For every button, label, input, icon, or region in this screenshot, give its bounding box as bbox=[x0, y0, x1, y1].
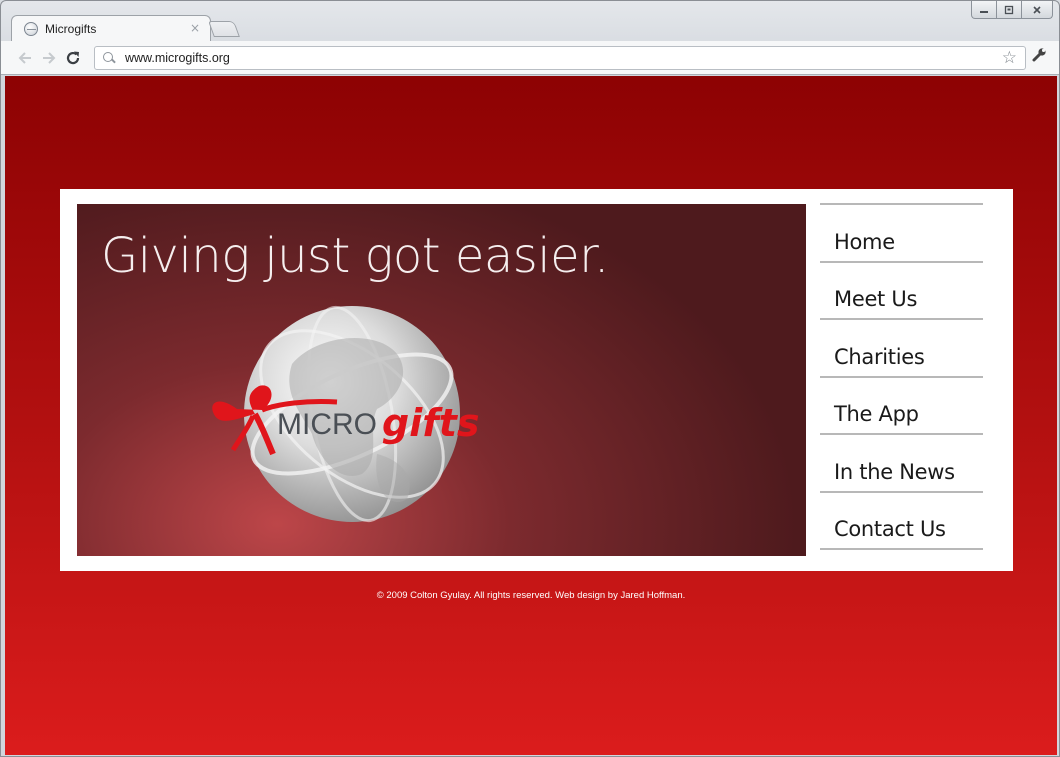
main-nav: Home Meet Us Charities The App In the Ne… bbox=[820, 203, 983, 550]
microgifts-logo: MICRO gifts bbox=[212, 305, 480, 523]
address-bar[interactable]: www.microgifts.org ☆ bbox=[94, 46, 1026, 70]
reload-icon[interactable] bbox=[61, 46, 85, 70]
new-tab-button[interactable] bbox=[208, 21, 240, 37]
nav-item-the-app[interactable]: The App bbox=[820, 378, 983, 435]
page-viewport: Giving just got easier. MICRO gifts Home… bbox=[5, 76, 1057, 755]
maximize-icon[interactable] bbox=[996, 1, 1022, 19]
hero-banner: Giving just got easier. MICRO gifts bbox=[77, 204, 806, 556]
footer-copyright: © 2009 Colton Gyulay. All rights reserve… bbox=[376, 590, 686, 601]
window-controls bbox=[971, 1, 1053, 19]
forward-arrow-icon[interactable] bbox=[37, 46, 61, 70]
search-icon bbox=[95, 47, 119, 69]
browser-tab[interactable]: Microgifts × bbox=[11, 15, 211, 42]
nav-item-contact-us[interactable]: Contact Us bbox=[820, 493, 983, 550]
tab-strip: Microgifts × bbox=[1, 1, 1059, 42]
nav-item-charities[interactable]: Charities bbox=[820, 320, 983, 378]
content-frame: Giving just got easier. MICRO gifts Home… bbox=[60, 189, 1013, 571]
browser-toolbar: www.microgifts.org ☆ bbox=[1, 41, 1059, 75]
tab-close-icon[interactable]: × bbox=[190, 22, 200, 34]
tab-title: Microgifts bbox=[45, 22, 97, 36]
logo-text-gifts: gifts bbox=[382, 401, 480, 445]
browser-window: Microgifts × www.microgifts.org ☆ Giving… bbox=[0, 0, 1060, 757]
back-arrow-icon[interactable] bbox=[13, 46, 37, 70]
minimize-icon[interactable] bbox=[971, 1, 997, 19]
close-icon[interactable] bbox=[1021, 1, 1053, 19]
nav-item-home[interactable]: Home bbox=[820, 205, 983, 263]
bookmark-star-icon[interactable]: ☆ bbox=[1002, 48, 1017, 68]
logo-text-micro: MICRO bbox=[277, 408, 377, 441]
nav-item-meet-us[interactable]: Meet Us bbox=[820, 263, 983, 320]
globe-favicon-icon bbox=[24, 22, 38, 36]
url-text: www.microgifts.org bbox=[125, 51, 230, 65]
wrench-menu-icon[interactable] bbox=[1031, 47, 1047, 67]
nav-item-in-the-news[interactable]: In the News bbox=[820, 435, 983, 493]
